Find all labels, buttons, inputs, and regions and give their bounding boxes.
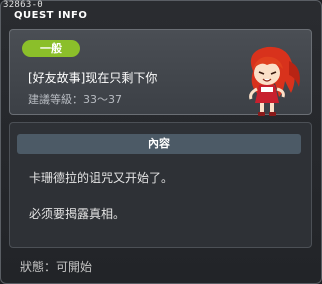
- quest-id: 32863-0: [3, 0, 44, 10]
- status-label: 狀態：: [20, 260, 57, 274]
- description-line: 必须要揭露真相。: [29, 207, 126, 221]
- status-value: 可開始: [56, 260, 93, 274]
- level-range: 33～37: [83, 93, 122, 106]
- quest-name: [好友故事]现在只剩下你: [28, 71, 158, 85]
- quest-status: 狀態：可開始: [20, 258, 92, 275]
- category-badge: 一般: [22, 40, 80, 57]
- npc-avatar-icon: [249, 46, 300, 116]
- content-header: 內容: [17, 134, 301, 154]
- window-title: QUEST INFO: [14, 10, 88, 21]
- recommended-level: 建議等級：33～37: [28, 91, 122, 107]
- level-label: 建議等級：: [28, 93, 83, 106]
- description-line: 卡珊德拉的诅咒又开始了。: [29, 171, 174, 185]
